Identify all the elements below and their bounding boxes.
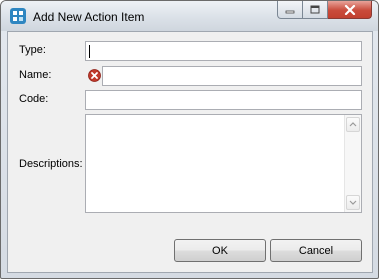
scroll-up-button[interactable] (346, 117, 360, 132)
minimize-button[interactable] (277, 1, 303, 19)
title-bar[interactable]: Add New Action Item (1, 1, 378, 31)
dialog-content: Type: Name: Code: Descriptions: OK Cance… (7, 31, 373, 273)
type-input[interactable] (85, 41, 362, 61)
chevron-up-icon (349, 122, 357, 127)
caption-buttons (277, 1, 372, 20)
descriptions-label: Descriptions: (19, 158, 83, 170)
dialog-window: Add New Action Item Type: Name: Code: De… (0, 0, 379, 279)
close-icon (344, 4, 355, 15)
descriptions-textarea[interactable] (85, 114, 362, 213)
code-label: Code: (19, 93, 49, 105)
maximize-icon (310, 5, 320, 14)
window-title: Add New Action Item (33, 10, 145, 24)
chevron-down-icon (349, 200, 357, 205)
code-input[interactable] (85, 90, 362, 110)
cancel-button[interactable]: Cancel (270, 239, 362, 262)
text-caret (89, 45, 90, 58)
type-label: Type: (19, 44, 46, 56)
vertical-scrollbar[interactable] (344, 115, 361, 212)
close-button[interactable] (328, 1, 372, 19)
name-label: Name: (19, 69, 52, 81)
ok-button[interactable]: OK (174, 239, 266, 262)
app-icon (10, 8, 26, 24)
name-input[interactable] (102, 66, 362, 86)
scroll-down-button[interactable] (346, 195, 360, 210)
error-icon (88, 69, 101, 82)
maximize-button[interactable] (303, 1, 328, 19)
minimize-icon (285, 10, 295, 13)
